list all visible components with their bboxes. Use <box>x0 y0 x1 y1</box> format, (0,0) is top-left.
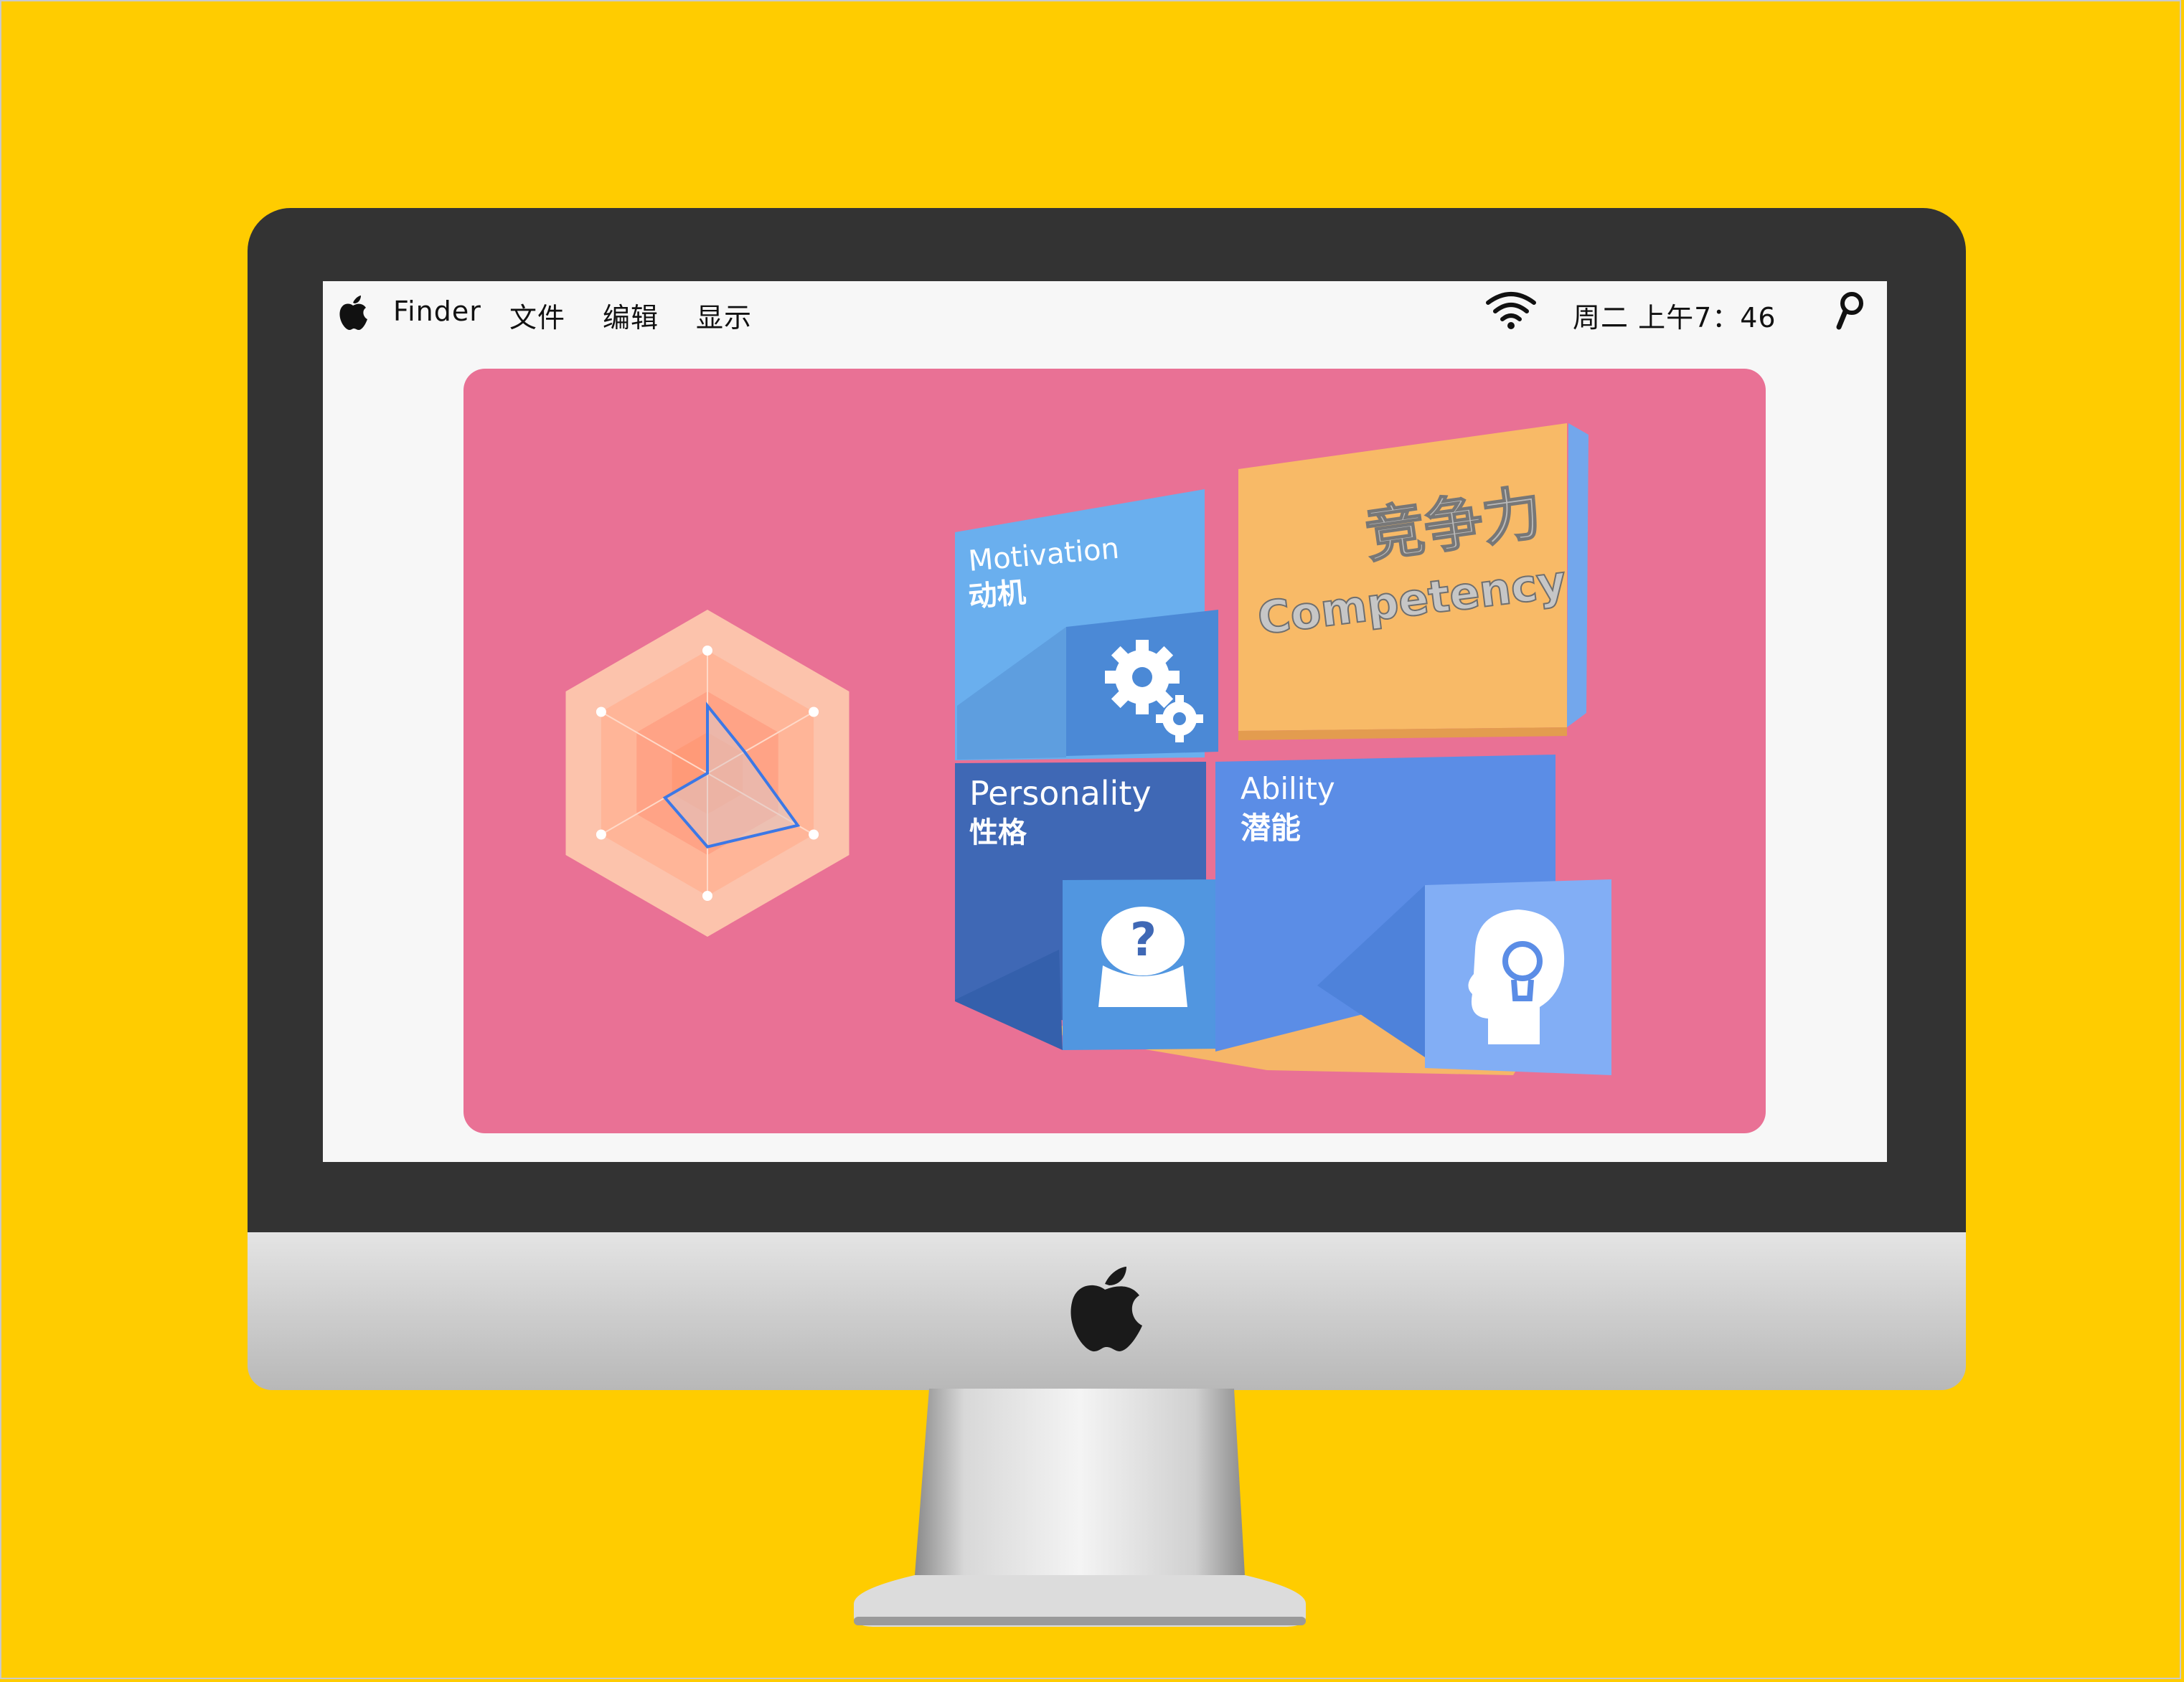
radar-vertex-dot <box>702 891 712 901</box>
apple-menu-icon[interactable] <box>337 294 369 331</box>
screen: Finder 文件 编辑 显示 周二 上午7：46 竞争力 Competency… <box>323 281 1887 1162</box>
menu-item-edit[interactable]: 编辑 <box>603 296 659 335</box>
personality-block: Personality 性格 ? <box>955 762 1224 1050</box>
personality-zh: 性格 <box>969 816 1027 849</box>
slide: 竞争力 Competency Motivation 动机 Personality… <box>463 369 1766 1133</box>
menu-item-view[interactable]: 显示 <box>696 296 752 335</box>
radar-vertex-dot <box>809 707 819 717</box>
competency-side <box>1567 423 1588 727</box>
radar-vertex-dot <box>596 707 606 717</box>
radar-vertex-dot <box>596 829 606 840</box>
personality-en: Personality <box>969 774 1152 813</box>
spotlight-search-icon[interactable] <box>1835 291 1866 331</box>
monitor-stand <box>854 1389 1306 1627</box>
radar-vertex-dot <box>702 646 712 656</box>
menu-bar: Finder 文件 编辑 显示 周二 上午7：46 <box>323 281 1887 346</box>
svg-text:?: ? <box>1130 914 1157 967</box>
radar-chart <box>565 610 849 937</box>
menu-item-file[interactable]: 文件 <box>509 296 565 335</box>
motivation-block: Motivation 动机 <box>955 489 1218 760</box>
wifi-icon[interactable] <box>1485 290 1537 330</box>
competency-block: 竞争力 Competency <box>1238 423 1570 740</box>
slide-canvas: 竞争力 Competency Motivation 动机 Personality… <box>565 423 1611 1075</box>
radar-vertex-dot <box>809 829 819 840</box>
ability-en: Ability <box>1241 771 1335 806</box>
menu-item-finder[interactable]: Finder <box>393 296 481 327</box>
ability-block: Ability 潜能 <box>1215 755 1611 1075</box>
menu-bar-clock[interactable]: 周二 上午7：46 <box>1573 296 1776 335</box>
motivation-zh: 动机 <box>967 576 1027 614</box>
apple-logo-icon <box>1070 1267 1142 1352</box>
ability-zh: 潜能 <box>1241 811 1301 846</box>
head-question-icon: ? <box>1098 907 1187 1007</box>
